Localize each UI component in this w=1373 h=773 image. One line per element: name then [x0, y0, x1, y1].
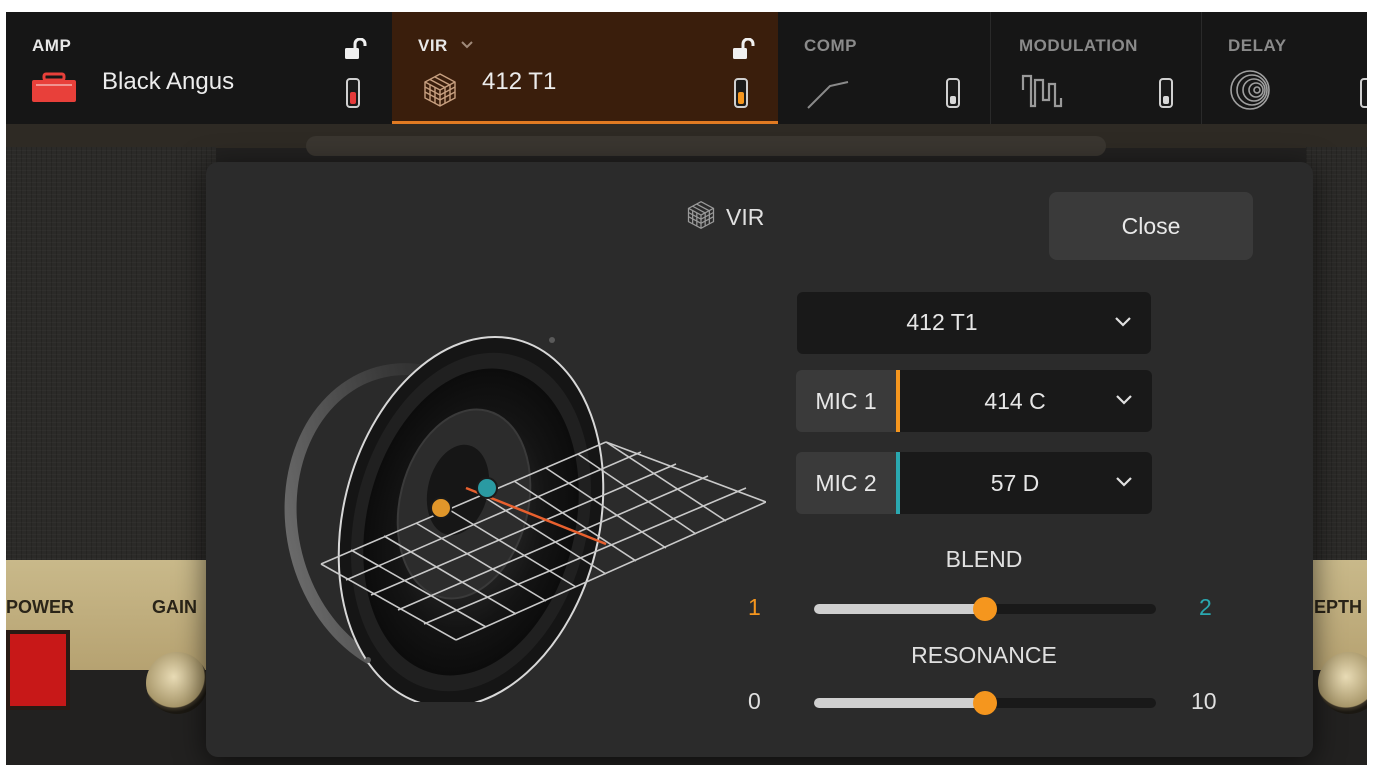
mic2-selector[interactable]: MIC 2 57 D: [796, 452, 1152, 514]
mic1-label: MIC 1: [796, 370, 900, 432]
vir-bypass-toggle[interactable]: [734, 78, 748, 108]
blend-slider[interactable]: [814, 597, 1156, 621]
mic1-value: 414 C: [984, 388, 1046, 414]
mic2-position-marker[interactable]: [476, 477, 498, 499]
blend-label: BLEND: [945, 546, 1023, 572]
depth-label: EPTH: [1314, 597, 1363, 617]
blend-slider-thumb[interactable]: [973, 597, 997, 621]
chevron-down-icon: [1114, 474, 1134, 493]
mic2-dropdown[interactable]: 57 D: [900, 452, 1152, 514]
toggle-fill: [1163, 96, 1169, 104]
cabinet-value: 412 T1: [906, 309, 978, 335]
comp-bypass-toggle[interactable]: [946, 78, 960, 108]
resonance-label: RESONANCE: [911, 642, 1057, 668]
waveform-icon: [1021, 70, 1067, 115]
cube-icon: [686, 200, 716, 235]
dialog-title: VIR: [686, 200, 764, 235]
amp-icon: [30, 72, 78, 109]
mic2-label: MIC 2: [796, 452, 900, 514]
toggle-fill: [738, 92, 744, 104]
amp-bypass-toggle[interactable]: [346, 78, 360, 108]
resonance-max-label: 10: [1191, 688, 1217, 714]
delay-bypass-toggle[interactable]: [1360, 78, 1367, 108]
mic1-position-marker[interactable]: [430, 497, 452, 519]
cube-icon: [422, 72, 458, 113]
modulation-bypass-toggle[interactable]: [1159, 78, 1173, 108]
resonance-slider-fill: [814, 698, 985, 708]
mic-placement-view[interactable]: [276, 292, 767, 709]
vir-dialog: VIR Close 412 T1 MIC 1 414 C MIC 2 57 D …: [206, 162, 1313, 757]
app-window: AMP Black Angus VIR 412 T1 COMP MODULATI…: [6, 12, 1367, 765]
close-button[interactable]: Close: [1049, 192, 1253, 260]
chevron-down-icon[interactable]: [460, 36, 474, 54]
slot-label: MODULATION: [1019, 36, 1138, 55]
amp-grille-right: [1306, 147, 1367, 567]
unlock-icon[interactable]: [732, 37, 756, 65]
resonance-slider[interactable]: [814, 691, 1156, 715]
chain-slot-vir[interactable]: VIR 412 T1: [392, 12, 778, 124]
slot-label: COMP: [804, 36, 857, 55]
gain-knob[interactable]: [146, 652, 208, 714]
chevron-down-icon: [1113, 314, 1133, 333]
slot-label: VIR: [418, 36, 448, 55]
chevron-down-icon: [1114, 392, 1134, 411]
compressor-curve-icon: [806, 74, 850, 115]
amp-model-name: Black Angus: [102, 68, 235, 95]
mic1-selector[interactable]: MIC 1 414 C: [796, 370, 1152, 432]
slot-label: AMP: [32, 36, 72, 55]
toggle-fill: [950, 96, 956, 104]
delay-rings-icon: [1228, 68, 1272, 117]
blend-max-label: 2: [1199, 594, 1212, 620]
amp-grille-left: [6, 147, 216, 567]
chain-slot-modulation[interactable]: MODULATION: [990, 12, 1202, 124]
mic1-dropdown[interactable]: 414 C: [900, 370, 1152, 432]
vir-cabinet-name: 412 T1: [482, 68, 557, 95]
resonance-min-label: 0: [748, 688, 761, 714]
chain-slot-amp[interactable]: AMP Black Angus: [6, 12, 392, 124]
mic2-value: 57 D: [990, 470, 1040, 496]
resonance-slider-thumb[interactable]: [973, 691, 997, 715]
signal-chain-bar: AMP Black Angus VIR 412 T1 COMP MODULATI…: [6, 12, 1367, 124]
power-switch[interactable]: [6, 630, 70, 710]
unlock-icon[interactable]: [344, 37, 368, 65]
blend-slider-fill: [814, 604, 985, 614]
blend-min-label: 1: [748, 594, 761, 620]
power-label: POWER: [6, 597, 75, 617]
cabinet-dropdown[interactable]: 412 T1: [797, 292, 1151, 354]
gain-label: GAIN: [152, 597, 197, 617]
chain-slot-delay[interactable]: DELAY: [1201, 12, 1367, 124]
chain-slot-comp[interactable]: COMP: [778, 12, 990, 124]
toggle-fill: [350, 92, 356, 104]
slot-label: DELAY: [1228, 36, 1287, 55]
dialog-title-text: VIR: [726, 204, 765, 230]
